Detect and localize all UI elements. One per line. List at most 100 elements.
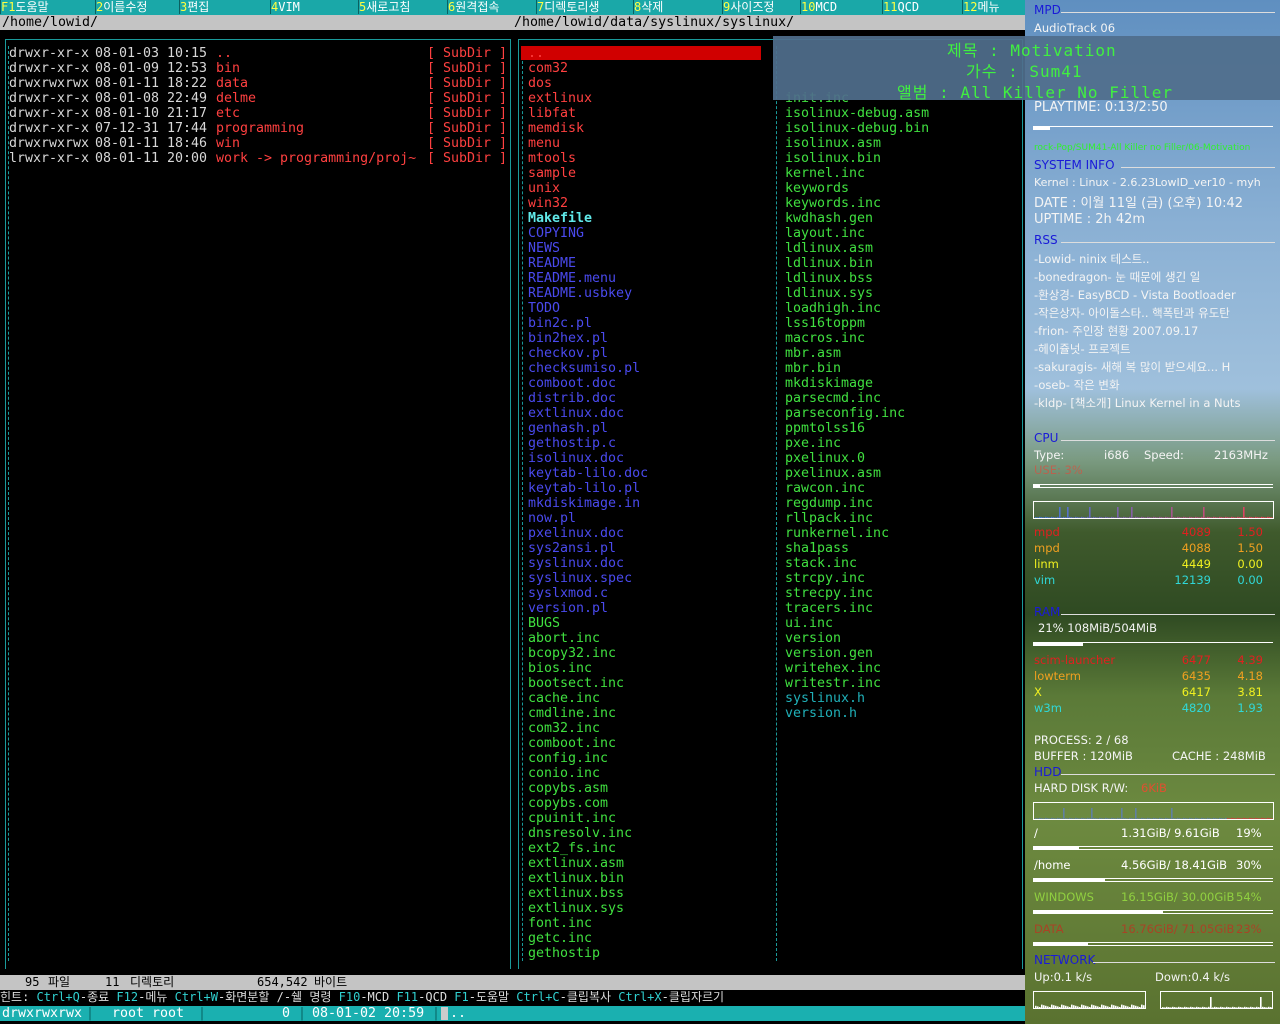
file-row[interactable]: pxe.inc [785,436,841,451]
fkey-3[interactable]: 3편집 [179,0,209,15]
file-row[interactable]: ldlinux.asm [785,241,873,256]
file-row[interactable]: checkov.pl [528,346,608,361]
rss-item[interactable]: -frion- 주인장 현황 2007.09.17 [1034,323,1198,339]
file-row[interactable]: com32 [528,61,568,76]
file-row[interactable]: pxelinux.asm [785,466,881,481]
file-row[interactable]: Makefile [528,211,592,226]
fkey-1[interactable]: F1도움말 [0,0,49,15]
file-row[interactable]: BUGS [528,616,560,631]
file-row[interactable]: copybs.asm [528,781,608,796]
file-row[interactable]: parsecmd.inc [785,391,881,406]
file-row[interactable]: extlinux.bin [528,871,624,886]
file-row[interactable]: tracers.inc [785,601,873,616]
fkey-7[interactable]: 7디렉토리생 [536,0,599,15]
file-row[interactable]: sha1pass [785,541,849,556]
file-row[interactable]: config.inc [528,751,608,766]
fkey-6[interactable]: 6원격접속 [447,0,499,15]
fkey-12[interactable]: 12메뉴 [962,0,1000,15]
file-row[interactable]: ext2_fs.inc [528,841,616,856]
file-row[interactable]: ppmtolss16 [785,421,865,436]
file-row[interactable]: .. [528,46,544,61]
file-row[interactable]: mbr.asm [785,346,841,361]
file-row[interactable]: copybs.com [528,796,608,811]
file-row[interactable]: TODO [528,301,560,316]
file-row[interactable]: kwdhash.gen [785,211,873,226]
file-row[interactable]: ui.inc [785,616,833,631]
file-row[interactable]: syslinux.spec [528,571,632,586]
file-row[interactable]: mbr.bin [785,361,841,376]
file-row[interactable]: loadhigh.inc [785,301,881,316]
file-row[interactable]: cpuinit.inc [528,811,616,826]
file-row[interactable]: isolinux-debug.bin [785,121,929,136]
file-row[interactable]: keywords [785,181,849,196]
file-row[interactable]: extlinux.asm [528,856,624,871]
file-row[interactable]: genhash.pl [528,421,608,436]
file-row[interactable]: bootsect.inc [528,676,624,691]
file-row[interactable]: mkdiskimage [785,376,873,391]
file-row[interactable]: isolinux.bin [785,151,881,166]
file-row[interactable]: getc.inc [528,931,592,946]
file-row[interactable]: libfat [528,106,576,121]
fkey-2[interactable]: 2이름수정 [95,0,147,15]
file-row[interactable]: README.menu [528,271,616,286]
file-row[interactable]: cmdline.inc [528,706,616,721]
file-row[interactable]: com32.inc [528,721,600,736]
file-row[interactable]: checksumiso.pl [528,361,640,376]
rss-item[interactable]: -환상경- EasyBCD - Vista Bootloader [1034,287,1236,303]
file-row[interactable]: COPYING [528,226,584,241]
file-row[interactable]: stack.inc [785,556,857,571]
file-row[interactable]: keywords.inc [785,196,881,211]
file-row[interactable]: isolinux.asm [785,136,881,151]
file-row[interactable]: bios.inc [528,661,592,676]
fkey-4[interactable]: 4VIM [270,0,300,15]
file-row[interactable]: unix [528,181,560,196]
file-row[interactable]: keytab-lilo.pl [528,481,640,496]
file-row[interactable]: syslinux.doc [528,556,624,571]
file-row[interactable]: layout.inc [785,226,865,241]
file-row[interactable]: memdisk [528,121,584,136]
file-row[interactable]: syslxmod.c [528,586,608,601]
file-row[interactable]: syslinux.h [785,691,865,706]
fkey-10[interactable]: 10MCD [800,0,837,15]
file-row[interactable]: rawcon.inc [785,481,865,496]
file-row[interactable]: version.h [785,706,857,721]
file-row[interactable]: bcopy32.inc [528,646,616,661]
file-row[interactable]: cache.inc [528,691,600,706]
fkey-5[interactable]: 5새로고침 [358,0,410,15]
file-row[interactable]: extlinux.bss [528,886,624,901]
file-row[interactable]: dnsresolv.inc [528,826,632,841]
file-row[interactable]: strecpy.inc [785,586,873,601]
file-row[interactable]: gethostip [528,946,600,961]
selection-cursor[interactable] [521,46,761,60]
fkey-9[interactable]: 9사이즈정 [722,0,774,15]
file-row[interactable]: strcpy.inc [785,571,865,586]
file-row[interactable]: sample [528,166,576,181]
file-row[interactable]: comboot.inc [528,736,616,751]
file-row[interactable]: now.pl [528,511,576,526]
file-row[interactable]: kernel.inc [785,166,865,181]
file-row[interactable]: keytab-lilo.doc [528,466,648,481]
file-row[interactable]: bin2hex.pl [528,331,608,346]
fkey-11[interactable]: 11QCD [882,0,919,15]
file-row[interactable]: dos [528,76,552,91]
file-row[interactable]: version.gen [785,646,873,661]
file-row[interactable]: regdump.inc [785,496,873,511]
rss-item[interactable]: -헤이쥴넛- 프로젝트 [1034,341,1131,357]
file-row[interactable]: README [528,256,576,271]
file-row[interactable]: comboot.doc [528,376,616,391]
file-row[interactable]: version [785,631,841,646]
file-row[interactable]: abort.inc [528,631,600,646]
file-row[interactable]: writehex.inc [785,661,881,676]
file-row[interactable]: runkernel.inc [785,526,889,541]
file-row[interactable]: ldlinux.bin [785,256,873,271]
file-row[interactable]: README.usbkey [528,286,632,301]
file-row[interactable]: win32 [528,196,568,211]
file-row[interactable]: pxelinux.doc [528,526,624,541]
file-row[interactable]: mtools [528,151,576,166]
file-row[interactable]: conio.inc [528,766,600,781]
rss-item[interactable]: -작은상자- 아이돌스타.. 핵폭탄과 유도탄 [1034,305,1230,321]
file-row[interactable]: distrib.doc [528,391,616,406]
file-row[interactable]: version.pl [528,601,608,616]
fkey-8[interactable]: 8삭제 [633,0,663,15]
file-row[interactable]: parseconfig.inc [785,406,905,421]
